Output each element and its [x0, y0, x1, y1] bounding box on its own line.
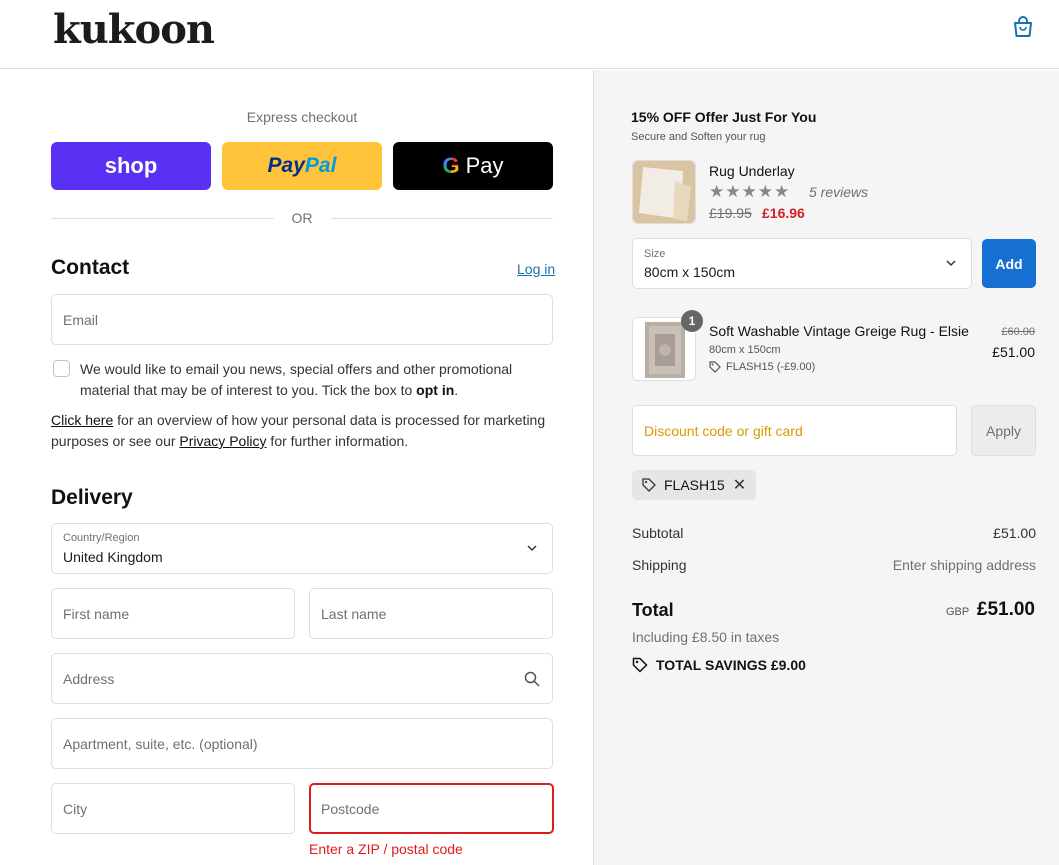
shopping-bag-icon[interactable] [1010, 14, 1036, 40]
or-divider: OR [51, 209, 553, 227]
apartment-placeholder: Apartment, suite, etc. (optional) [63, 736, 258, 752]
rating-stars: ★★★★★ [709, 182, 791, 201]
contact-heading: Contact [51, 256, 130, 279]
shop-pay-label: shop [104, 153, 158, 178]
last-name-field[interactable]: Last name [309, 588, 553, 639]
rug-underlay-image [633, 161, 695, 223]
add-offer-button[interactable]: Add [982, 239, 1036, 288]
search-icon [524, 671, 540, 687]
total-currency: GBP [946, 606, 970, 618]
total-value: £51.00 [976, 599, 1035, 620]
store-logo[interactable]: kukoon [53, 6, 215, 53]
paypal-label-part1: Pay [267, 154, 305, 177]
shipping-label: Shipping [632, 557, 687, 573]
postcode-field[interactable]: Postcode [309, 783, 554, 834]
email-placeholder: Email [63, 312, 99, 328]
tag-icon [709, 361, 721, 373]
discount-code-input[interactable]: Discount code or gift card [632, 405, 957, 456]
subtotal-row: Subtotal £51.00 [632, 525, 1036, 541]
privacy-notice: Click here for an overview of how your p… [51, 410, 551, 452]
subtotal-value: £51.00 [993, 525, 1036, 541]
quantity-badge: 1 [681, 310, 703, 332]
apply-discount-button[interactable]: Apply [971, 405, 1036, 456]
cart-item-discount: FLASH15 (-£9.00) [709, 361, 815, 373]
privacy-policy-link[interactable]: Privacy Policy [179, 433, 266, 449]
order-summary-column: 15% OFF Offer Just For You Secure and So… [593, 70, 1059, 865]
offer-old-price: £19.95 [709, 205, 752, 221]
tag-icon [642, 478, 656, 492]
postcode-placeholder: Postcode [321, 801, 380, 817]
divider-line [51, 217, 274, 219]
cart-item-price: £51.00 [992, 344, 1035, 360]
size-label: Size [644, 248, 666, 260]
city-placeholder: City [63, 801, 88, 817]
offer-sale-price: £16.96 [762, 205, 805, 221]
google-pay-button[interactable]: G Pay [393, 142, 553, 190]
paypal-label-part2: Pal [304, 154, 337, 177]
cart-item-discount-text: FLASH15 (-£9.00) [726, 361, 816, 373]
rug-underlay-thumbnail [632, 160, 696, 224]
cart-item-name: Soft Washable Vintage Greige Rug - Elsie [709, 323, 969, 339]
shipping-value: Enter shipping address [892, 557, 1036, 573]
size-value: 80cm x 150cm [644, 264, 736, 280]
total-label: Total [632, 600, 674, 620]
applied-discount-chip: FLASH15 ✕ [632, 470, 757, 500]
address-field[interactable]: Address [51, 653, 553, 704]
apartment-field[interactable]: Apartment, suite, etc. (optional) [51, 718, 553, 769]
taxes-note: Including £8.50 in taxes [632, 629, 780, 645]
divider-line [330, 217, 553, 219]
marketing-consent-text: We would like to email you news, special… [80, 359, 550, 401]
tag-icon [632, 657, 648, 673]
google-g-icon: G [442, 153, 460, 178]
shipping-row: Shipping Enter shipping address [632, 557, 1036, 573]
applied-code-label: FLASH15 [664, 477, 725, 493]
google-pay-label: Pay [465, 153, 504, 178]
chevron-down-icon [527, 545, 537, 552]
or-text: OR [291, 210, 313, 226]
discount-placeholder: Discount code or gift card [644, 423, 803, 439]
offer-size-select[interactable]: Size 80cm x 150cm [632, 238, 972, 289]
click-here-link[interactable]: Click here [51, 412, 113, 428]
consent-opt-in: opt in [416, 382, 455, 398]
offer-product-name: Rug Underlay [709, 163, 795, 179]
remove-discount-icon[interactable]: ✕ [733, 475, 746, 495]
shop-pay-button[interactable]: shop [51, 142, 211, 190]
cart-item-variant: 80cm x 150cm [709, 344, 781, 356]
address-placeholder: Address [63, 671, 115, 687]
subtotal-label: Subtotal [632, 525, 684, 541]
country-label: Country/Region [63, 532, 140, 544]
postcode-error-message: Enter a ZIP / postal code [309, 841, 463, 857]
privacy-text-2: for further information. [266, 433, 409, 449]
total-savings: TOTAL SAVINGS £9.00 [632, 657, 806, 673]
total-savings-text: TOTAL SAVINGS £9.00 [656, 657, 806, 673]
first-name-placeholder: First name [63, 606, 130, 622]
checkout-form-column: Express checkout shop Pay Pal G Pay OR Co… [0, 70, 593, 865]
paypal-button[interactable]: Pay Pal [222, 142, 382, 190]
delivery-heading: Delivery [51, 486, 133, 509]
offer-title: 15% OFF Offer Just For You [631, 109, 817, 125]
consent-end: . [454, 382, 459, 398]
express-checkout-label: Express checkout [246, 109, 358, 125]
review-count[interactable]: 5 reviews [809, 184, 868, 200]
first-name-field[interactable]: First name [51, 588, 295, 639]
email-field[interactable]: Email [51, 294, 553, 345]
offer-subtitle: Secure and Soften your rug [631, 131, 766, 143]
login-link[interactable]: Log in [517, 261, 555, 277]
chevron-down-icon [946, 260, 956, 267]
marketing-opt-in-checkbox[interactable] [53, 360, 70, 377]
city-field[interactable]: City [51, 783, 295, 834]
country-select[interactable]: Country/Region United Kingdom [51, 523, 553, 574]
cart-item-old-price: £60.00 [1001, 326, 1035, 338]
header: kukoon [0, 0, 1059, 69]
country-value: United Kingdom [63, 549, 163, 565]
last-name-placeholder: Last name [321, 606, 387, 622]
